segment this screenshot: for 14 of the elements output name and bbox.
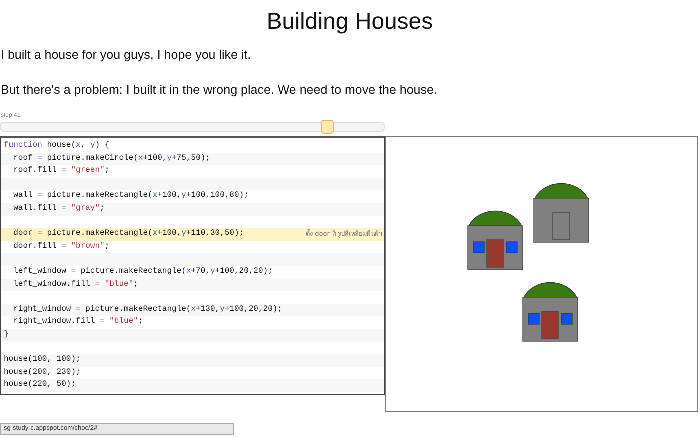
code-editor[interactable]	[0, 136, 385, 395]
slider-thumb[interactable]	[320, 120, 334, 134]
page-title: Building Houses	[266, 7, 434, 36]
code-line: roof.fill = "green";	[12, 165, 111, 178]
code-line: right_window.fill = "blue";	[12, 316, 144, 328]
code-line: wall = picture.makeRectangle(x+100,y+100,100,80);	[12, 190, 250, 202]
paragraph: I built a house for you guys, I hope you like it.	[0, 48, 252, 63]
code-line: function house(x, y) {	[3, 140, 111, 152]
step-slider-track[interactable]	[0, 122, 385, 132]
code-line: door.fill = "brown";	[12, 240, 111, 253]
code-line: door = picture.makeRectangle(x+100,y+110,30,50);	[12, 228, 246, 240]
code-line: left_window = picture.makeRectangle(x+70,y+100,20,20);	[12, 266, 274, 278]
code-line: house(200, 230);	[3, 366, 82, 379]
paragraph: But there's a problem: I built it in the wrong place. We need to move the house.	[0, 83, 438, 98]
